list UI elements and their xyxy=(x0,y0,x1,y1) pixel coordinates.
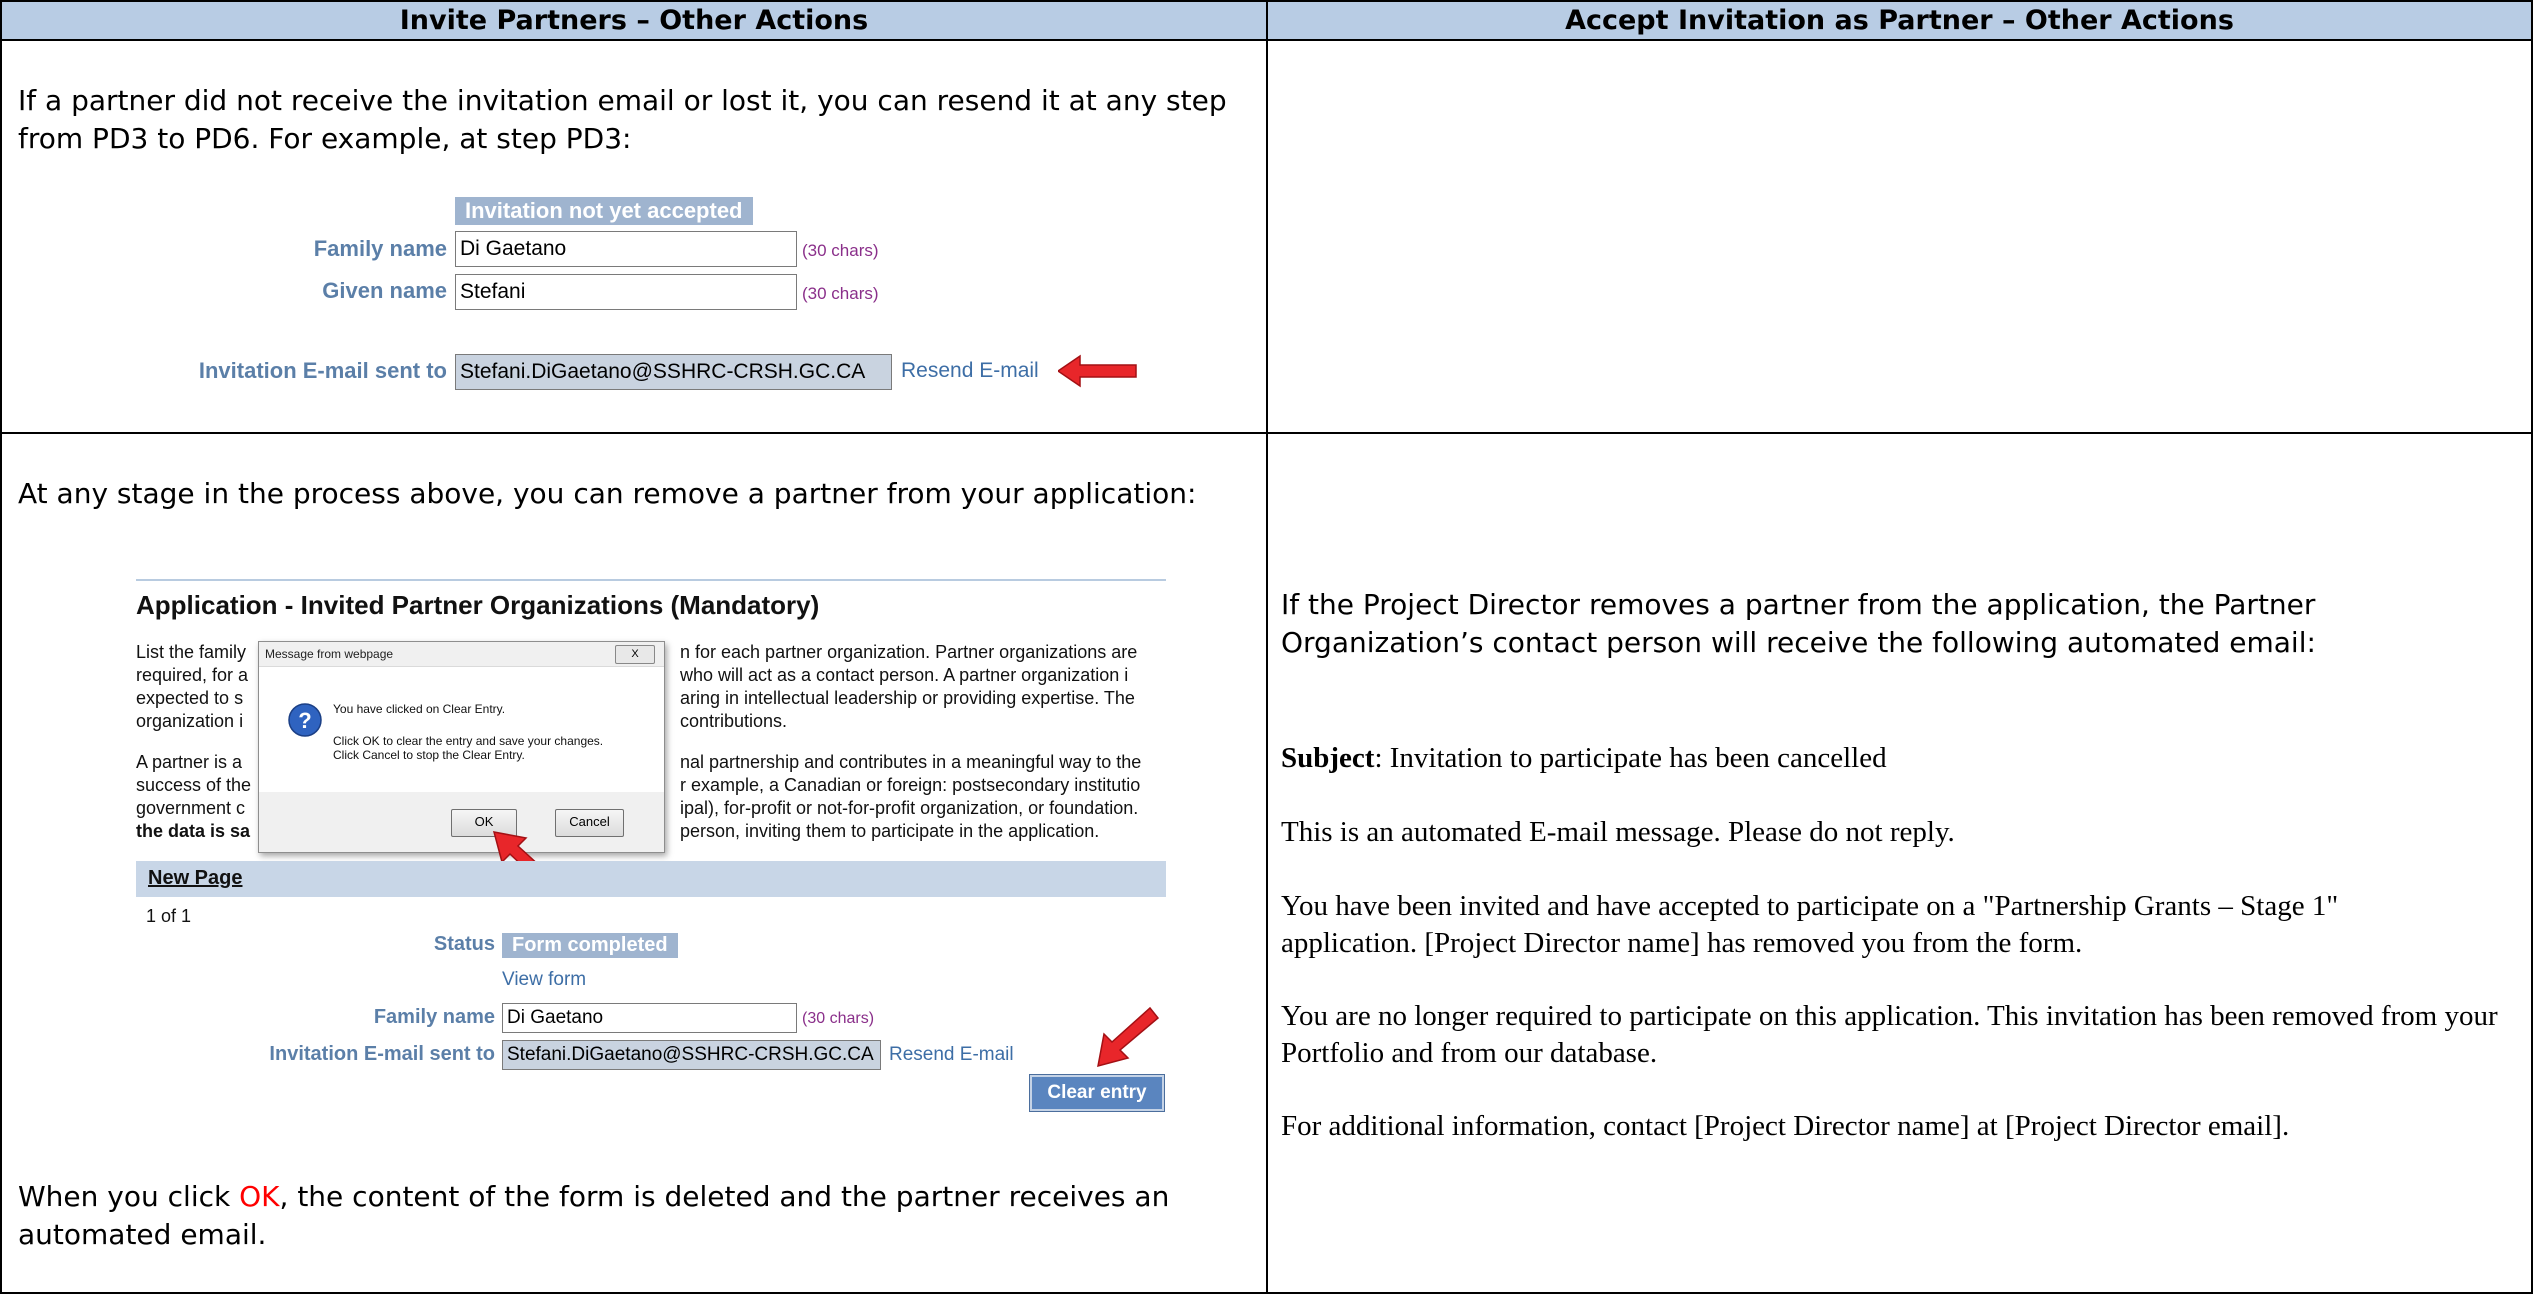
red-arrow-down-left-icon xyxy=(1097,1006,1160,1068)
screen-invitation-email-field: Stefani.DiGaetano@SSHRC-CRSH.GC.CA xyxy=(502,1040,881,1070)
invitation-email-label: Invitation E-mail sent to xyxy=(198,358,447,383)
family-name-char-limit: (30 chars) xyxy=(802,241,879,260)
click-ok-explanation: When you click OK, the content of the fo… xyxy=(18,1178,1248,1254)
screen-page-title: Application - Invited Partner Organizati… xyxy=(136,590,820,620)
dialog-message-line3: Click Cancel to stop the Clear Entry. xyxy=(333,748,525,762)
subject-label: Subject xyxy=(1281,742,1375,774)
row1-right-cell xyxy=(1266,39,2533,434)
email-paragraph-2: You have been invited and have accepted … xyxy=(1281,890,2339,959)
new-page-bar xyxy=(136,861,1166,897)
new-page-link[interactable]: New Page xyxy=(148,867,242,890)
dialog-close-button[interactable]: X xyxy=(615,645,655,664)
para2-line4-left: the data is sa xyxy=(136,821,251,841)
para1-line1-right: n for each partner organization. Partner… xyxy=(680,642,1138,662)
screen-family-char-limit: (30 chars) xyxy=(802,1010,875,1027)
para1-line2-right: who will act as a contact person. A part… xyxy=(680,665,1129,685)
given-name-label: Given name xyxy=(322,278,447,303)
left-column-header: Invite Partners – Other Actions xyxy=(0,0,1268,41)
removal-email-intro: If the Project Director removes a partne… xyxy=(1281,588,2316,659)
page-count: 1 of 1 xyxy=(146,906,192,926)
para2-line2-right: r example, a Canadian or foreign: postse… xyxy=(680,775,1141,795)
email-paragraph-1: This is an automated E-mail message. Ple… xyxy=(1281,816,1955,848)
para1-line4-right: contributions. xyxy=(680,711,788,731)
dialog-message-line1: You have clicked on Clear Entry. xyxy=(333,702,506,716)
given-name-field[interactable]: Stefani xyxy=(455,274,797,310)
para2-line1-right: nal partnership and contributes in a mea… xyxy=(680,752,1142,772)
family-name-label: Family name xyxy=(313,236,447,261)
remove-partner-intro-text: At any stage in the process above, you c… xyxy=(18,477,1197,510)
view-form-link[interactable]: View form xyxy=(502,969,586,991)
dialog-title: Message from webpage xyxy=(265,647,394,661)
para2-line2-left: success of the xyxy=(136,775,252,795)
clear-entry-button[interactable]: Clear entry xyxy=(1029,1074,1165,1112)
status-label: Status xyxy=(433,933,495,955)
invitation-email-field: Stefani.DiGaetano@SSHRC-CRSH.GC.CA xyxy=(455,354,892,390)
right-column-header: Accept Invitation as Partner – Other Act… xyxy=(1266,0,2533,41)
para1-line4-left: organization i xyxy=(136,711,244,731)
para2-line3-right: ipal), for-profit or not-for-profit orga… xyxy=(680,798,1139,818)
para2-line1-left: A partner is a xyxy=(136,752,243,772)
screen-family-name-label: Family name xyxy=(373,1006,495,1028)
outro-ok-highlight: OK xyxy=(239,1180,280,1213)
given-name-char-limit: (30 chars) xyxy=(802,284,879,303)
para1-line3-right: aring in intellectual leadership or prov… xyxy=(680,688,1135,708)
outro-before-text: When you click xyxy=(18,1180,240,1213)
svg-text:?: ? xyxy=(298,708,311,733)
screen-resend-email-link[interactable]: Resend E-mail xyxy=(889,1044,1014,1066)
screen-invitation-email-label: Invitation E-mail sent to xyxy=(269,1043,495,1065)
screen-top-rule xyxy=(136,579,1166,581)
para1-line1-left: List the family xyxy=(136,642,247,662)
para1-line2-left: required, for a xyxy=(136,665,249,685)
resend-intro-text: If a partner did not receive the invitat… xyxy=(18,84,1227,155)
subject-text: : Invitation to participate has been can… xyxy=(1374,742,1887,774)
row2-right-cell xyxy=(1266,432,2533,1294)
email-subject-line: Subject: Invitation to participate has b… xyxy=(1281,740,2511,777)
document-table: Invite Partners – Other Actions Accept I… xyxy=(0,0,2533,1294)
para1-line3-left: expected to s xyxy=(136,688,244,708)
confirm-dialog: Message from webpage X ? You have clicke… xyxy=(258,641,665,853)
screen-family-name-field[interactable]: Di Gaetano xyxy=(502,1003,797,1033)
family-name-field[interactable]: Di Gaetano xyxy=(455,231,797,267)
question-icon: ? xyxy=(288,703,322,737)
email-paragraph-4: For additional information, contact [Pro… xyxy=(1281,1110,2290,1142)
email-paragraph-3: You are no longer required to participat… xyxy=(1281,1000,2498,1069)
para2-line4-right: person, inviting them to participate in … xyxy=(680,821,1100,841)
invitation-status-badge: Invitation not yet accepted xyxy=(455,197,753,225)
resend-email-link[interactable]: Resend E-mail xyxy=(901,359,1039,383)
red-arrow-left-icon xyxy=(1058,354,1137,388)
dialog-message-line2: Click OK to clear the entry and save you… xyxy=(333,734,604,748)
para2-line3-left: government c xyxy=(136,798,246,818)
form-completed-badge: Form completed xyxy=(502,933,678,958)
